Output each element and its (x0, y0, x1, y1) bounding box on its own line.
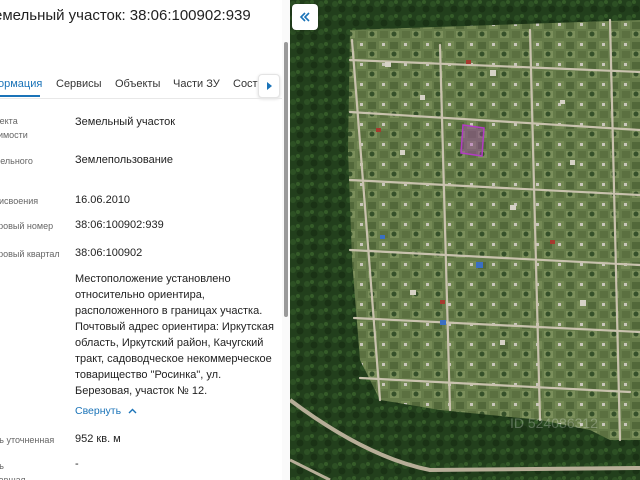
value-object-type: Земельный участок (75, 116, 176, 128)
value-parcel-type: Землепользование (75, 154, 174, 166)
value-cadastral-number: 38:06:100902:939 (75, 219, 164, 231)
label-cadastral-number: тровый номер (0, 221, 54, 231)
value-cadastral-quarter: 38:06:100902 (75, 247, 143, 259)
blue-roof (476, 262, 483, 268)
tab-info[interactable]: ормация (0, 78, 42, 90)
satellite-map[interactable]: ID 524086312 (290, 0, 640, 480)
label-area-declared: дь вавшая (0, 461, 26, 480)
chevron-up-icon (128, 408, 137, 414)
chevron-right-icon (267, 82, 272, 90)
page-title: емельный участок: 38:06:100902:939 (0, 7, 251, 24)
collapse-link[interactable]: Свернуть (75, 405, 137, 417)
value-address: Местоположение установлено относительно … (75, 273, 274, 397)
collapse-label: Свернуть (75, 405, 122, 417)
label-area-refined: дь уточненная (0, 435, 55, 445)
label-parcel-type: мельного а (0, 156, 33, 166)
tabs-scroll-right-button[interactable] (258, 74, 280, 98)
watermark: ID 524086312 (510, 415, 598, 431)
tab-parts[interactable]: Части ЗУ (173, 78, 220, 90)
label-assign-date: рисвоения (0, 196, 39, 206)
value-area-declared: - (75, 458, 79, 470)
chevron-double-left-icon (299, 12, 310, 22)
collapse-panel-button[interactable] (292, 4, 318, 30)
label-object-type: ъекта кимости (0, 116, 28, 140)
value-assign-date: 16.06.2010 (75, 194, 131, 206)
label-cadastral-quarter: тровый квартал (0, 249, 60, 259)
divider (0, 98, 282, 99)
info-panel: емельный участок: 38:06:100902:939 ормац… (0, 0, 290, 480)
scrollbar-thumb[interactable] (284, 42, 288, 317)
active-tab-indicator (0, 95, 40, 97)
tab-objects[interactable]: Объекты (115, 78, 160, 90)
selected-parcel[interactable] (460, 124, 485, 157)
tab-services[interactable]: Сервисы (56, 78, 102, 90)
tab-bar: ормация Сервисы Объекты Части ЗУ Состе (0, 75, 282, 97)
value-area-refined: 952 кв. м (75, 433, 121, 445)
